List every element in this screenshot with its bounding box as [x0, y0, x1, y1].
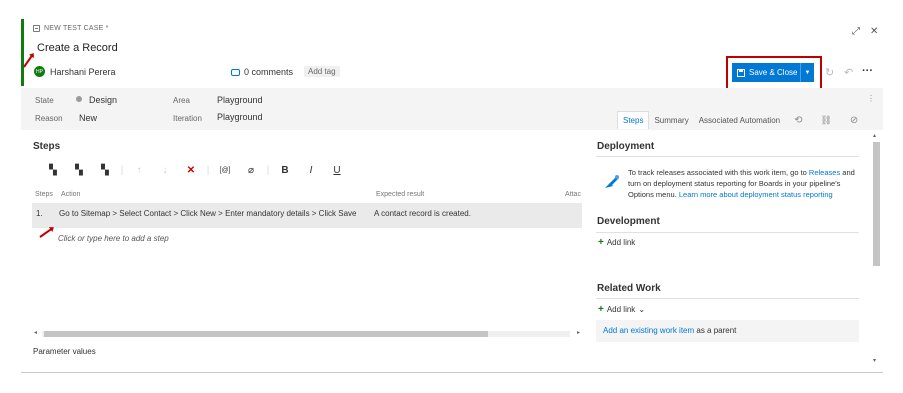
toolbar-divider: |	[120, 165, 124, 176]
state-field[interactable]: Design	[89, 95, 117, 105]
scroll-left-icon[interactable]: ◂	[34, 329, 37, 336]
area-field[interactable]: Playground	[217, 95, 263, 105]
create-shared-steps-icon[interactable]: ▚	[92, 165, 118, 176]
attachment-icon[interactable]: ⌀	[238, 165, 264, 176]
expand-icon[interactable]: ⤢	[852, 26, 860, 37]
undo-icon[interactable]: ↶	[844, 66, 853, 79]
avatar: HP	[34, 66, 45, 77]
parameter-values-heading: Parameter values	[33, 347, 96, 356]
save-and-close-button[interactable]: Save & Close ▼	[732, 63, 814, 82]
italic-icon[interactable]: I	[298, 165, 324, 176]
table-row[interactable]: 1. Go to Sitemap > Select Contact > Clic…	[32, 203, 582, 228]
as-parent-text: as a parent	[694, 326, 737, 335]
add-existing-work-item-link[interactable]: Add an existing work item	[603, 326, 694, 335]
right-panel: Deployment To track releases associated …	[596, 131, 869, 373]
vertical-scrollbar[interactable]: ▴ ▾	[872, 132, 881, 370]
delete-step-icon[interactable]: ✕	[178, 165, 204, 176]
move-up-icon[interactable]: ↑	[126, 165, 152, 176]
comments-count: 0 comments	[244, 67, 294, 77]
assigned-to[interactable]: HP Harshani Perera	[34, 66, 116, 77]
insert-shared-steps-icon[interactable]: ▚	[66, 165, 92, 176]
attachments-icon[interactable]: ⊘	[841, 115, 867, 126]
divider	[596, 232, 859, 233]
underline-icon[interactable]: U	[324, 165, 350, 176]
iteration-label: Iteration	[173, 114, 202, 123]
links-icon[interactable]: ⛓	[811, 115, 840, 126]
horizontal-scrollbar[interactable]: ◂ ▸	[32, 330, 582, 338]
action-column-header: Action	[61, 191, 81, 198]
divider	[596, 298, 859, 299]
insert-parameter-icon[interactable]: [@]	[212, 167, 238, 174]
chevron-down-icon: ⌄	[638, 305, 646, 314]
step-expected-result[interactable]: A contact record is created.	[374, 209, 471, 218]
related-work-add-link[interactable]: + Add link ⌄	[598, 304, 645, 315]
expected-result-column-header: Expected result	[376, 191, 425, 198]
tab-summary[interactable]: Summary	[649, 111, 693, 129]
close-icon[interactable]: ✕	[870, 26, 878, 37]
tab-steps[interactable]: Steps	[617, 111, 650, 129]
releases-link[interactable]: Releases	[809, 168, 840, 177]
step-action[interactable]: Go to Sitemap > Select Contact > Click N…	[59, 209, 356, 218]
area-label: Area	[173, 96, 190, 105]
work-item-tabs: Steps Summary Associated Automation ⟲ ⛓ …	[617, 111, 867, 129]
learn-more-link[interactable]: Learn more about deployment status repor…	[679, 190, 833, 199]
add-link-label: Add link	[606, 305, 636, 314]
pipelines-icon	[603, 173, 621, 191]
assigned-to-name: Harshani Perera	[50, 66, 116, 77]
scroll-right-icon[interactable]: ▸	[577, 329, 580, 336]
add-link-label: Add link	[606, 238, 636, 247]
related-work-title: Related Work	[597, 283, 661, 294]
iteration-field[interactable]: Playground	[217, 112, 263, 122]
save-options-dropdown[interactable]: ▼	[800, 63, 814, 82]
history-icon[interactable]: ⟲	[785, 115, 811, 126]
fields-more-icon[interactable]: ⋮	[867, 94, 875, 103]
attachments-column-header: Attac	[565, 191, 581, 198]
steps-title: Steps	[33, 141, 61, 152]
reason-field[interactable]: New	[79, 113, 97, 123]
step-number: 1.	[36, 209, 43, 218]
state-label: State	[35, 96, 54, 105]
work-item-type-label: NEW TEST CASE *	[44, 25, 109, 32]
save-icon	[737, 68, 745, 77]
comments-link[interactable]: 0 comments	[231, 67, 293, 77]
scroll-down-icon[interactable]: ▾	[873, 357, 876, 364]
reason-label: Reason	[35, 114, 63, 123]
add-tag-button[interactable]: Add tag	[304, 66, 340, 77]
bold-icon[interactable]: B	[272, 165, 298, 176]
development-title: Development	[597, 216, 660, 227]
refresh-icon[interactable]: ↻	[825, 66, 834, 79]
deployment-text-1: To track releases associated with this w…	[628, 168, 809, 177]
work-item-title[interactable]: Create a Record	[37, 42, 118, 54]
deployment-message: To track releases associated with this w…	[628, 167, 860, 200]
save-and-close-main[interactable]: Save & Close	[732, 63, 800, 82]
state-indicator-dot	[76, 96, 82, 102]
scroll-up-icon[interactable]: ▴	[873, 132, 876, 139]
divider	[596, 156, 859, 157]
plus-icon: +	[598, 304, 604, 315]
development-add-link[interactable]: + Add link	[598, 237, 635, 248]
add-existing-work-item: Add an existing work item as a parent	[596, 320, 859, 342]
add-step-placeholder[interactable]: Click or type here to add a step	[58, 234, 169, 243]
save-and-close-label: Save & Close	[749, 68, 798, 77]
move-down-icon[interactable]: ↓	[152, 165, 178, 176]
toolbar-divider: |	[206, 165, 210, 176]
work-item-type: NEW TEST CASE *	[33, 25, 109, 32]
plus-icon: +	[598, 237, 604, 248]
test-case-icon	[33, 25, 40, 32]
toolbar-divider: |	[266, 165, 270, 176]
deployment-title: Deployment	[597, 141, 655, 152]
steps-section: Steps ▚ ▚ ▚ | ↑ ↓ ✕ | [@] ⌀ | B I U Step…	[24, 131, 582, 373]
more-actions-icon[interactable]: ···	[862, 65, 873, 77]
comment-icon	[231, 68, 240, 76]
scrollbar-thumb[interactable]	[44, 331, 488, 337]
scrollbar-thumb[interactable]	[873, 142, 880, 266]
insert-step-icon[interactable]: ▚	[40, 165, 66, 176]
steps-toolbar: ▚ ▚ ▚ | ↑ ↓ ✕ | [@] ⌀ | B I U	[40, 165, 350, 176]
tab-associated-automation[interactable]: Associated Automation	[694, 111, 785, 129]
steps-column-header: Steps	[35, 191, 53, 198]
